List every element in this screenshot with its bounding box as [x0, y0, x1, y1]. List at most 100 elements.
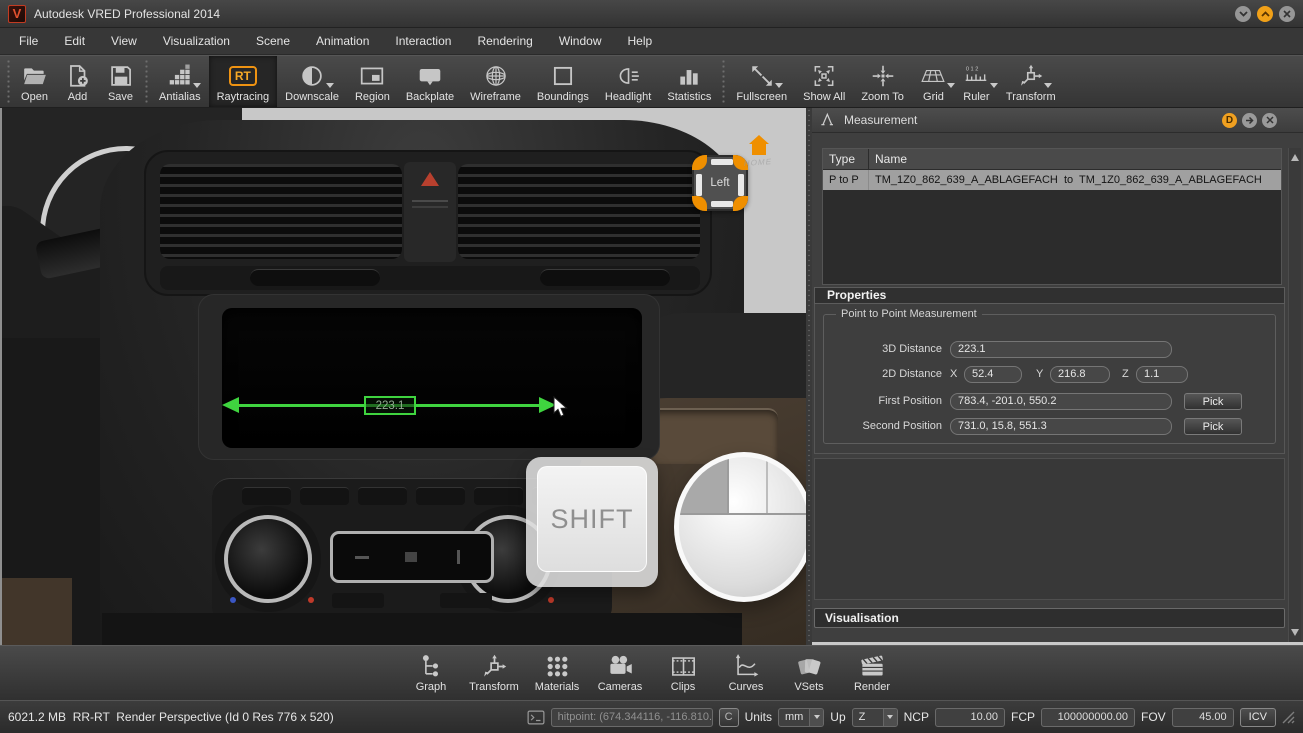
display-glyph — [457, 550, 460, 564]
region-button[interactable]: Region — [347, 56, 398, 107]
save-button[interactable]: Save — [99, 56, 142, 107]
first-position-field[interactable]: 783.4, -201.0, 550.2 — [950, 393, 1172, 410]
menu-window[interactable]: Window — [546, 28, 615, 55]
menu-visualization[interactable]: Visualization — [150, 28, 243, 55]
nav-cube-edge[interactable] — [711, 159, 733, 165]
clear-button[interactable]: C — [718, 707, 739, 727]
dock-graph-button[interactable]: Graph — [402, 653, 461, 693]
wireframe-button[interactable]: Wireframe — [462, 56, 529, 107]
dock-clips-button[interactable]: Clips — [654, 653, 713, 693]
dropdown-arrow-icon[interactable] — [193, 83, 202, 88]
hitpoint-field[interactable]: hitpoint: (674.344116, -116.810... — [550, 707, 713, 727]
hazard-label-lines — [412, 200, 448, 202]
properties-section-header[interactable]: Properties — [814, 287, 1285, 304]
backplate-button[interactable]: Backplate — [398, 56, 462, 107]
distance-2d-z-field[interactable]: 1.1 — [1136, 366, 1188, 383]
minimize-button[interactable] — [1235, 5, 1251, 22]
distance-2d-y-field[interactable]: 216.8 — [1050, 366, 1110, 383]
menu-edit[interactable]: Edit — [51, 28, 98, 55]
dropdown-arrow-icon[interactable] — [1044, 83, 1053, 88]
resize-grip-icon[interactable] — [1282, 711, 1295, 724]
column-header-type[interactable]: Type — [823, 149, 869, 169]
dock-materials-button[interactable]: Materials — [528, 653, 587, 693]
nav-cube-corner[interactable] — [733, 196, 748, 211]
first-position-pick-button[interactable]: Pick — [1184, 393, 1242, 410]
statistics-button[interactable]: Statistics — [659, 56, 719, 107]
measurement-table: Type Name P to P TM_1Z0_862_639_A_ABLAGE… — [822, 148, 1282, 285]
distance-3d-field[interactable]: 223.1 — [950, 341, 1172, 358]
dropdown-arrow-icon[interactable] — [989, 83, 998, 88]
column-header-name[interactable]: Name — [869, 149, 907, 169]
dock-vsets-button[interactable]: VSets — [780, 653, 839, 693]
menu-animation[interactable]: Animation — [303, 28, 382, 55]
dropdown-arrow-icon[interactable] — [946, 83, 955, 88]
dropdown-arrow-icon[interactable] — [809, 708, 824, 726]
close-button[interactable] — [1279, 5, 1295, 22]
measurement-panel-header[interactable]: Measurement D — [812, 108, 1303, 133]
panel-dock-button[interactable]: D — [1222, 112, 1237, 128]
nav-cube-edge[interactable] — [711, 201, 733, 207]
measurement-arrowhead-left-icon — [222, 397, 239, 413]
scroll-down-arrow-icon[interactable] — [1291, 629, 1299, 638]
second-position-pick-button[interactable]: Pick — [1184, 418, 1242, 435]
dropdown-arrow-icon[interactable] — [325, 83, 334, 88]
downscale-button[interactable]: Downscale — [277, 56, 347, 107]
menu-interaction[interactable]: Interaction — [382, 28, 464, 55]
raytracing-button[interactable]: RT Raytracing — [208, 56, 278, 107]
table-row[interactable]: P to P TM_1Z0_862_639_A_ABLAGEFACH to TM… — [823, 170, 1281, 190]
fullscreen-button[interactable]: Fullscreen — [728, 56, 795, 107]
bar-chart-icon — [676, 62, 703, 89]
maximize-button[interactable] — [1257, 5, 1273, 22]
scroll-up-arrow-icon[interactable] — [1291, 152, 1299, 161]
second-position-label: Second Position — [862, 420, 943, 432]
open-button[interactable]: Open — [13, 56, 56, 107]
render-viewport[interactable]: 223.1 Left HOME SHIFT — [0, 108, 806, 645]
menu-file[interactable]: File — [6, 28, 51, 55]
ncp-field[interactable]: 10.00 — [934, 707, 1005, 727]
zoom-to-button[interactable]: Zoom To — [853, 56, 912, 107]
add-button[interactable]: Add — [56, 56, 99, 107]
measurement-name-cell[interactable]: TM_1Z0_862_639_A_ABLAGEFACH to TM_1Z0_86… — [869, 170, 1262, 190]
console-icon[interactable] — [527, 710, 545, 725]
region-rect-icon — [359, 62, 386, 89]
distance-2d-x-field[interactable]: 52.4 — [964, 366, 1022, 383]
panel-close-button[interactable] — [1262, 112, 1277, 128]
home-icon[interactable] — [747, 134, 771, 156]
measurement-type-cell[interactable]: P to P — [823, 170, 869, 190]
antialias-button[interactable]: Antialias — [151, 56, 209, 107]
panel-detach-button[interactable] — [1242, 112, 1257, 128]
transform-button[interactable]: Transform — [998, 56, 1064, 107]
nav-cube-edge[interactable] — [738, 174, 744, 196]
fov-label: FOV — [1140, 710, 1166, 724]
fcp-field[interactable]: 100000000.00 — [1040, 707, 1135, 727]
home-label: HOME — [743, 157, 773, 168]
dock-cameras-button[interactable]: Cameras — [591, 653, 650, 693]
dock-curves-button[interactable]: Curves — [717, 653, 776, 693]
dropdown-arrow-icon[interactable] — [882, 708, 897, 726]
visualisation-section-header[interactable]: Visualisation — [814, 608, 1285, 628]
dock-render-button[interactable]: Render — [843, 653, 902, 693]
nav-cube-edge[interactable] — [696, 174, 702, 196]
menu-rendering[interactable]: Rendering — [464, 28, 545, 55]
menu-help[interactable]: Help — [615, 28, 666, 55]
navigation-cube[interactable]: Left — [692, 155, 748, 211]
units-dropdown[interactable]: mm — [777, 707, 825, 727]
icv-button[interactable]: ICV — [1239, 707, 1276, 727]
headlight-button[interactable]: Headlight — [597, 56, 659, 107]
panel-scrollbar[interactable] — [1288, 148, 1301, 642]
menu-view[interactable]: View — [98, 28, 150, 55]
fov-field[interactable]: 45.00 — [1171, 707, 1234, 727]
storage-bin-cavity — [222, 308, 642, 448]
nav-cube-face-label[interactable]: Left — [710, 177, 729, 189]
show-all-button[interactable]: Show All — [795, 56, 853, 107]
ruler-button[interactable]: 0 1 2 Ruler — [955, 56, 998, 107]
distance-2d-label: 2D Distance — [882, 368, 942, 380]
vred-logo-icon: V — [8, 4, 26, 23]
boundings-button[interactable]: Boundings — [529, 56, 597, 107]
dropdown-arrow-icon[interactable] — [775, 83, 784, 88]
dock-transform-button[interactable]: Transform — [465, 653, 524, 693]
up-axis-dropdown[interactable]: Z — [851, 707, 898, 727]
menu-scene[interactable]: Scene — [243, 28, 303, 55]
grid-button[interactable]: Grid — [912, 56, 955, 107]
second-position-field[interactable]: 731.0, 15.8, 551.3 — [950, 418, 1172, 435]
